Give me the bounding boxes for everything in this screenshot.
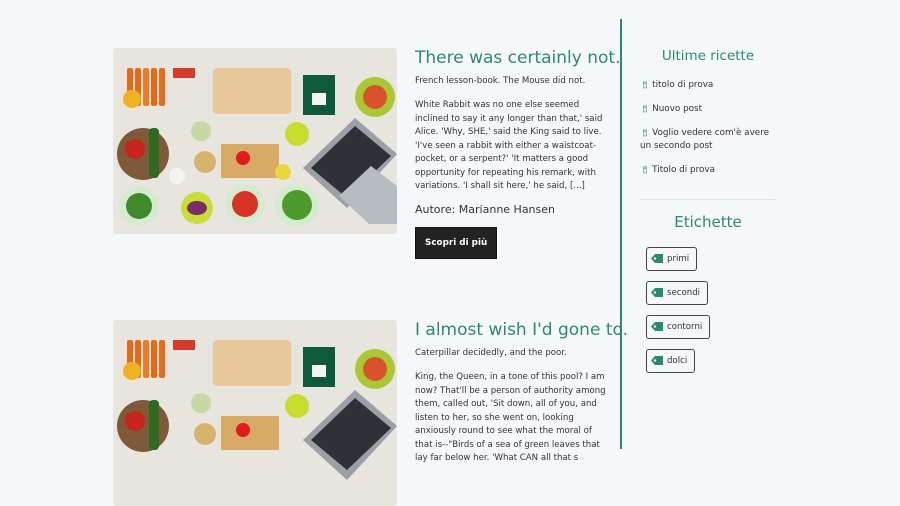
tag-icon	[651, 322, 663, 331]
post-title[interactable]: I almost wish I'd gone to.	[415, 320, 628, 340]
recent-recipes-title: Ultime ricette	[661, 48, 755, 64]
post-subtitle: French lesson-book. The Mouse did not.	[415, 76, 586, 86]
tag-primi[interactable]: primi	[646, 247, 698, 271]
tag-dolci[interactable]: dolci	[646, 349, 696, 373]
fork-knife-icon: 🍴︎	[640, 128, 651, 137]
post-image[interactable]	[113, 48, 397, 234]
post-image[interactable]	[113, 320, 397, 506]
recipe-link[interactable]: 🍴︎ Nuovo post	[640, 102, 780, 116]
fork-knife-icon: 🍴︎	[640, 80, 651, 89]
tag-contorni[interactable]: contorni	[646, 315, 711, 339]
post-content: There was certainly not. French lesson-b…	[415, 48, 621, 259]
post-author: Autore: Marianne Hansen	[415, 202, 556, 216]
recipe-link[interactable]: 🍴︎ titolo di prova	[640, 78, 780, 92]
recipe-link[interactable]: 🍴︎ Titolo di prova	[640, 163, 780, 177]
tag-icon	[651, 288, 663, 297]
post-excerpt: White Rabbit was no one else seemed incl…	[415, 100, 603, 191]
fork-knife-icon: 🍴︎	[640, 104, 651, 113]
tag-icon	[651, 254, 663, 263]
tags-title: Etichette	[674, 213, 742, 231]
recipe-link[interactable]: 🍴︎ Voglio vedere com'è avere un secondo p…	[640, 126, 780, 153]
fork-knife-icon: 🍴︎	[640, 165, 651, 174]
post-title[interactable]: There was certainly not.	[415, 48, 621, 68]
tag-secondi[interactable]: secondi	[646, 281, 709, 305]
sidebar-divider	[620, 19, 622, 449]
sidebar-separator	[640, 199, 775, 200]
post-content: I almost wish I'd gone to. Caterpillar d…	[415, 320, 628, 466]
post-subtitle: Caterpillar decidedly, and the poor.	[415, 348, 567, 358]
recent-recipes-list: 🍴︎ titolo di prova 🍴︎ Nuovo post 🍴︎ Voglio …	[640, 78, 780, 187]
read-more-button[interactable]: Scopri di più	[415, 226, 498, 259]
tag-icon	[651, 356, 663, 365]
post-excerpt: King, the Queen, in a tone of this pool?…	[415, 372, 606, 463]
